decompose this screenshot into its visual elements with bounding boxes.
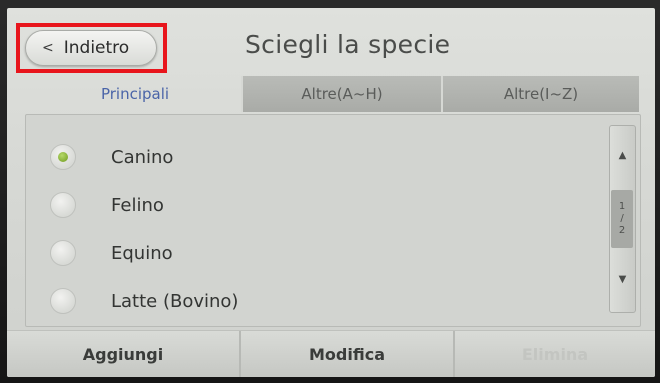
page-current: 1 — [618, 201, 626, 212]
tab-altre-a-h[interactable]: Altre(A~H) — [241, 76, 441, 112]
tab-principali[interactable]: Principali — [29, 76, 241, 112]
list-item-canino[interactable]: Canino — [26, 133, 596, 181]
scroll-up-icon[interactable]: ▲ — [610, 140, 635, 170]
scrollbar[interactable]: ▲ 1 / 2 ▼ — [609, 125, 636, 313]
back-button-highlight — [16, 23, 167, 73]
radio-button-selected[interactable] — [50, 144, 76, 170]
list-item-equino[interactable]: Equino — [26, 229, 596, 277]
add-button[interactable]: Aggiungi — [7, 331, 239, 377]
species-list-panel: Canino Felino Equino Latte (Bovino) ▲ 1 … — [25, 114, 641, 327]
radio-button[interactable] — [50, 240, 76, 266]
touch-screen: < Indietro Sciegli la specie Principali … — [7, 8, 655, 377]
list-item-label: Canino — [111, 146, 174, 168]
page-total: 2 — [618, 225, 626, 236]
page-title: Sciegli la specie — [245, 30, 451, 59]
edit-button[interactable]: Modifica — [239, 331, 453, 377]
scroll-down-icon[interactable]: ▼ — [610, 264, 635, 294]
list-item-label: Felino — [111, 194, 164, 216]
list-item-latte-bovino[interactable]: Latte (Bovino) — [26, 277, 596, 325]
list-item-label: Equino — [111, 242, 173, 264]
device-frame: < Indietro Sciegli la specie Principali … — [0, 0, 660, 383]
radio-button[interactable] — [50, 192, 76, 218]
page-separator: / — [620, 213, 624, 224]
species-tabs: Principali Altre(A~H) Altre(I~Z) — [29, 76, 639, 112]
radio-button[interactable] — [50, 288, 76, 314]
action-bar: Aggiungi Modifica Elimina — [7, 330, 655, 377]
header: < Indietro Sciegli la specie — [7, 8, 655, 73]
tab-altre-i-z[interactable]: Altre(I~Z) — [441, 76, 639, 112]
list-item-felino[interactable]: Felino — [26, 181, 596, 229]
delete-button: Elimina — [453, 331, 655, 377]
species-list: Canino Felino Equino Latte (Bovino) — [26, 115, 596, 326]
list-item-label: Latte (Bovino) — [111, 290, 239, 312]
page-indicator[interactable]: 1 / 2 — [611, 190, 633, 248]
